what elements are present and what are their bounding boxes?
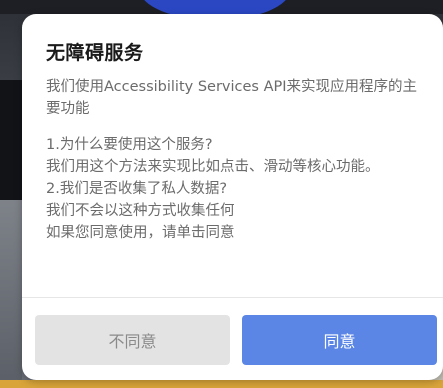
question-1-text: 1.为什么要使用这个服务? [46,137,213,153]
background-left-panel [0,80,22,200]
answer-2-text: 我们不会以这种方式收集任何 [46,200,426,222]
answer-1-text: 我们用这个方法来实现比如点击、滑动等核心功能。 [46,159,380,175]
button-divider [22,297,443,298]
background-left-image [0,200,22,388]
intro-text: 我们使用Accessibility Services API来实现应用程序的主要… [46,79,418,117]
disagree-button[interactable]: 不同意 [35,315,230,365]
accessibility-permission-dialog: 无障碍服务 我们使用Accessibility Services API来实现应… [22,14,443,380]
consent-instruction-text: 如果您同意使用，请单击同意 [46,222,426,244]
dialog-body: 我们使用Accessibility Services API来实现应用程序的主要… [46,76,426,298]
agree-button[interactable]: 同意 [242,315,437,365]
background-bottom-strip [0,380,443,388]
question-2-text: 2.我们是否收集了私人数据? [46,181,228,197]
dialog-title: 无障碍服务 [46,42,144,64]
